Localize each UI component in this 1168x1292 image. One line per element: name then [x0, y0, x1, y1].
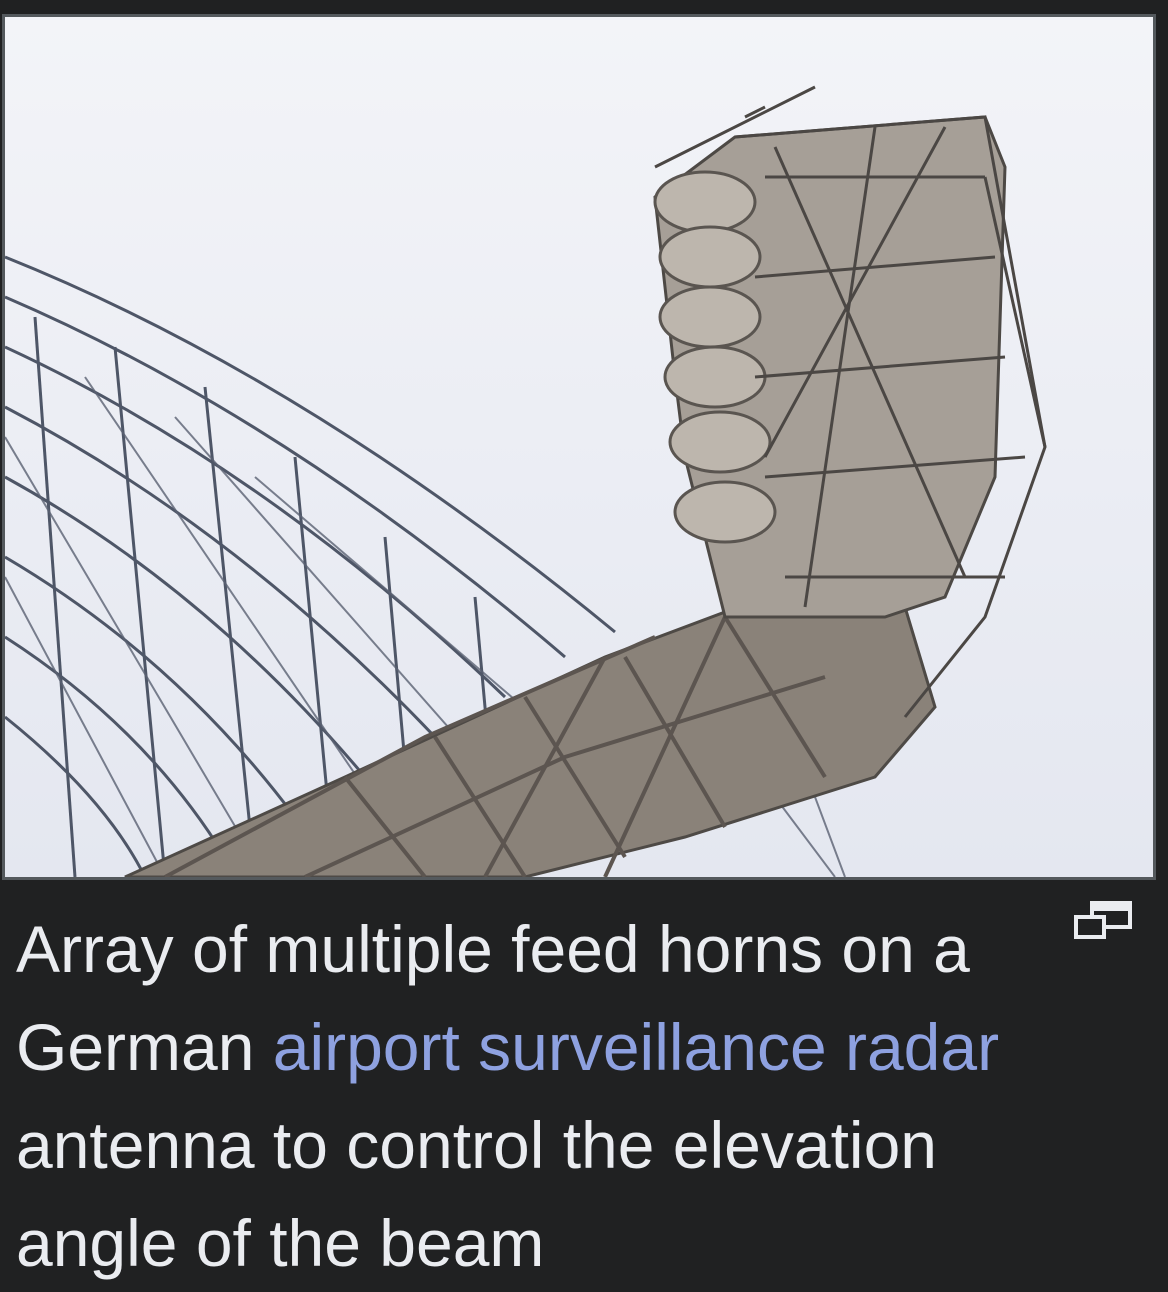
radar-antenna-photo — [5, 17, 1153, 877]
caption-text-after: antenna to control the elevation angle o… — [16, 1108, 938, 1280]
thumbnail-image[interactable] — [2, 14, 1156, 880]
image-caption: Array of multiple feed horns on a German… — [16, 900, 1056, 1292]
airport-surveillance-radar-link[interactable]: airport surveillance radar — [273, 1010, 999, 1084]
enlarge-icon[interactable] — [1072, 900, 1134, 942]
